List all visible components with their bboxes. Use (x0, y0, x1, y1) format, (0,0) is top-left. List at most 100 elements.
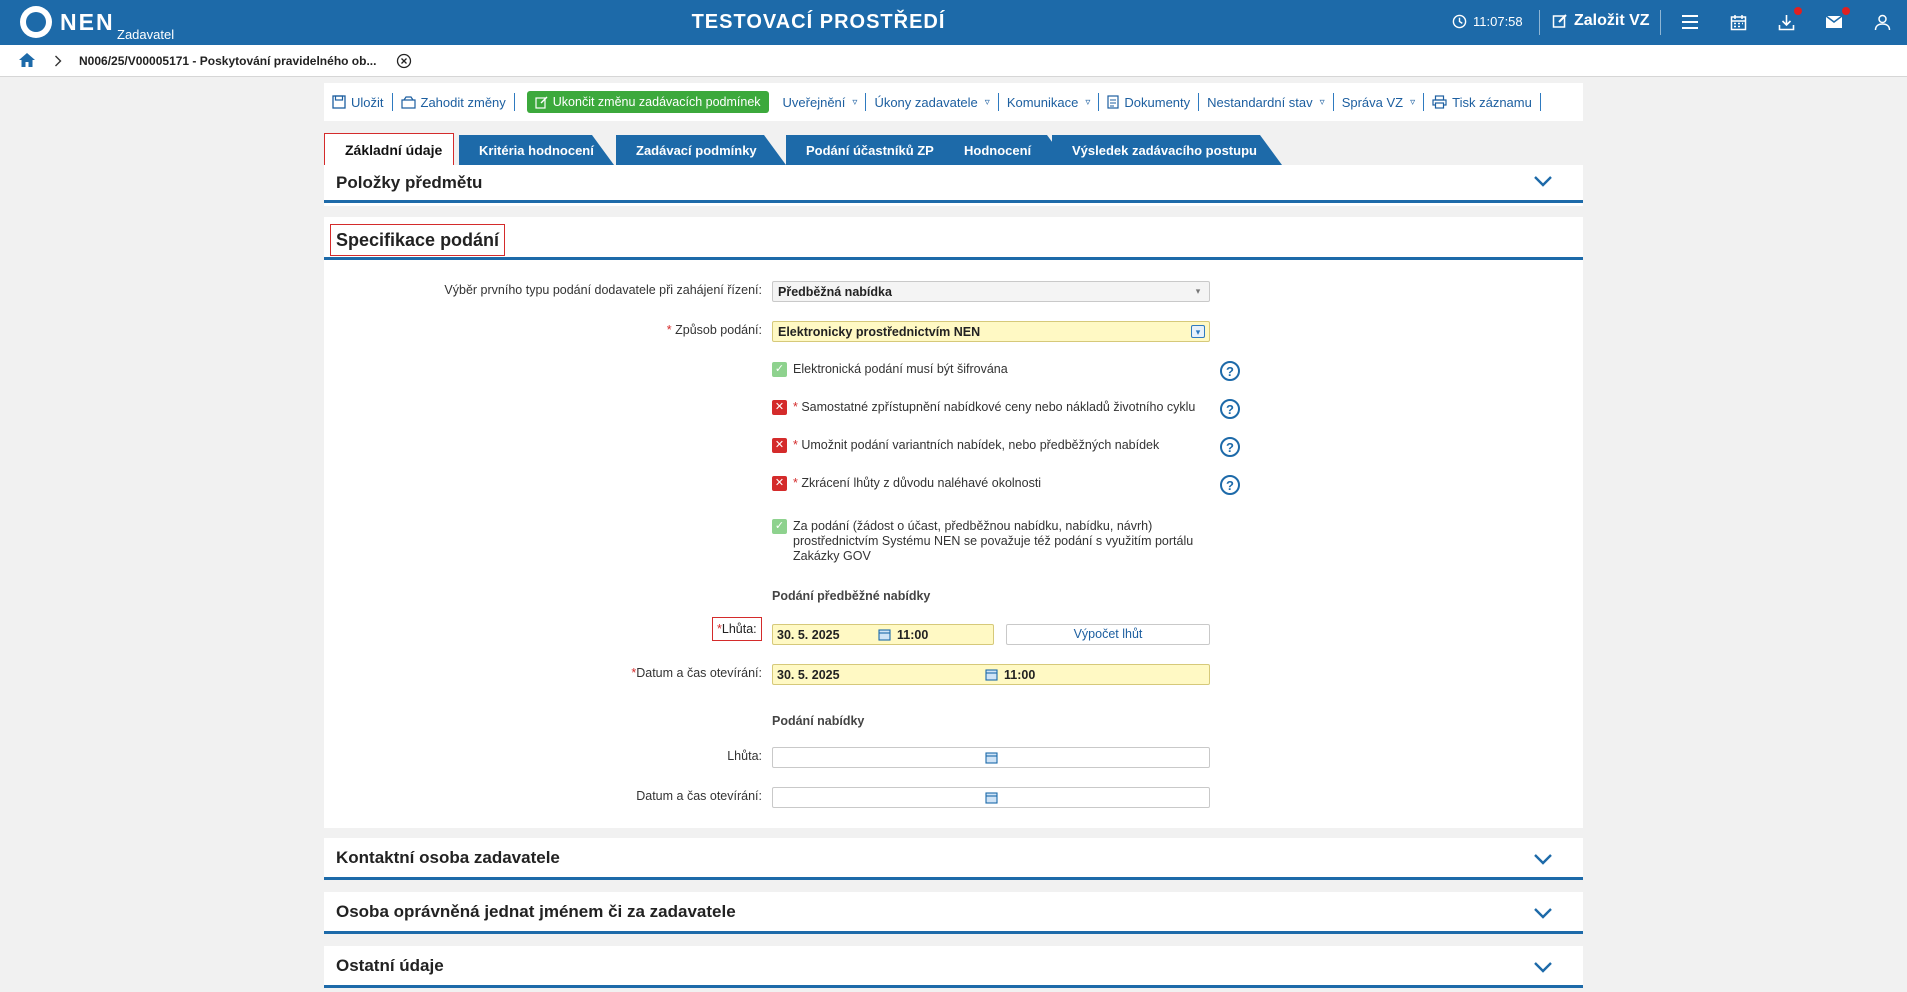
checkbox-label: Elektronická podání musí být šifrována (793, 362, 1008, 376)
menu-icon[interactable] (1678, 10, 1702, 34)
tab-tender-conditions[interactable]: Zadávací podmínky (616, 135, 786, 165)
method-select[interactable]: Elektronicky prostřednictvím NEN ▾ (772, 321, 1210, 342)
chevron-down-icon[interactable] (1533, 960, 1553, 974)
main-tabs: Kritéria hodnocení Zadávací podmínky Pod… (324, 133, 1324, 167)
mail-icon[interactable] (1822, 7, 1850, 34)
divider (1198, 93, 1200, 111)
cross-icon[interactable]: ✕ (772, 476, 787, 491)
help-icon[interactable]: ? (1220, 475, 1240, 495)
deadline-date: 30. 5. 2025 (777, 628, 840, 642)
communication-menu[interactable]: Komunikace ▿ (1007, 95, 1091, 110)
nonstandard-state-menu[interactable]: Nestandardní stav ▿ (1207, 95, 1325, 110)
method-value: Elektronicky prostřednictvím NEN (778, 325, 981, 339)
method-label: * Způsob podání: (666, 323, 762, 337)
panel-contact-header[interactable]: Kontaktní osoba zadavatele (324, 838, 1583, 880)
help-icon[interactable]: ? (1220, 361, 1240, 381)
chevron-down-icon[interactable] (1533, 174, 1553, 188)
discard-icon (400, 95, 416, 109)
document-icon (1107, 95, 1119, 109)
discard-label: Zahodit změny (420, 94, 506, 110)
calculate-deadlines-button[interactable]: Výpočet lhůt (1006, 624, 1210, 645)
finish-change-button[interactable]: Ukončit změnu zadávacích podmínek (526, 91, 769, 113)
checkbox-separate-price[interactable]: ✕ * Samostatné zpřístupnění nabídkové ce… (772, 400, 1212, 415)
chevron-down-icon[interactable]: ▾ (1191, 325, 1205, 338)
save-button[interactable]: Uložit (332, 95, 384, 110)
panel-submission-spec: Specifikace podání Výběr prvního typu po… (324, 217, 1583, 828)
offer-open-field[interactable] (772, 787, 1210, 808)
panel-contact-title: Kontaktní osoba zadavatele (336, 847, 560, 867)
checkbox-urgent-shortening[interactable]: ✕ * Zkrácení lhůty z důvodu naléhavé oko… (772, 476, 1212, 491)
first-type-value: Předběžná nabídka (778, 285, 892, 299)
check-icon[interactable]: ✓ (772, 362, 787, 377)
finish-icon (535, 96, 548, 109)
tab-evaluation-criteria[interactable]: Kritéria hodnocení (459, 135, 614, 165)
divider (1539, 10, 1540, 35)
panel-items: Položky předmětu (324, 165, 1583, 206)
check-icon[interactable]: ✓ (772, 519, 787, 534)
panel-items-header[interactable]: Položky předmětu (324, 165, 1583, 203)
calendar-icon[interactable] (1726, 10, 1750, 34)
action-toolbar: Uložit Zahodit změny Ukončit změnu zadáv… (324, 83, 1583, 121)
chevron-down-icon: ▾ (1195, 286, 1201, 296)
divider (513, 93, 515, 111)
clock-icon (1452, 14, 1467, 29)
actions-menu[interactable]: Úkony zadavatele ▿ (874, 95, 989, 110)
offer-deadline-field[interactable] (772, 747, 1210, 768)
save-label: Uložit (351, 94, 384, 110)
first-type-select[interactable]: Předběžná nabídka ▾ (772, 281, 1210, 302)
calendar-icon[interactable] (985, 668, 998, 681)
breadcrumb: N006/25/V00005171 - Poskytování pravidel… (0, 45, 1907, 77)
checkbox-variant-offers[interactable]: ✕ * Umožnit podání variantních nabídek, … (772, 438, 1212, 453)
checkbox-label: * Umožnit podání variantních nabídek, ne… (793, 438, 1160, 452)
close-tab-icon[interactable] (396, 53, 412, 74)
admin-vz-menu[interactable]: Správa VZ ▿ (1342, 95, 1415, 110)
caret-down-icon: ▿ (1085, 96, 1091, 108)
divider (1332, 93, 1334, 111)
home-icon[interactable] (18, 52, 36, 73)
create-vz-label: Založit VZ (1574, 12, 1650, 29)
panel-other-header[interactable]: Ostatní údaje (324, 946, 1583, 988)
calendar-icon[interactable] (878, 628, 891, 641)
create-vz-button[interactable]: Založit VZ (1552, 12, 1650, 30)
panel-authorized-person: Osoba oprávněná jednat jménem či za zada… (324, 892, 1583, 934)
tab-basic-data[interactable]: Základní údaje (324, 133, 454, 167)
cross-icon[interactable]: ✕ (772, 400, 787, 415)
chevron-down-icon[interactable] (1533, 906, 1553, 920)
offer-deadline-label: Lhůta: (727, 749, 762, 763)
checkbox-encrypted[interactable]: ✓ Elektronická podání musí být šifrována (772, 362, 1212, 377)
panel-spec-header: Specifikace podání (324, 217, 1583, 260)
calendar-icon[interactable] (985, 791, 998, 804)
discard-changes-button[interactable]: Zahodit změny (400, 94, 506, 110)
checkbox-label: * Samostatné zpřístupnění nabídkové ceny… (793, 400, 1196, 414)
download-icon[interactable] (1774, 7, 1802, 34)
divider (1098, 93, 1100, 111)
documents-button[interactable]: Dokumenty (1107, 95, 1190, 110)
panel-items-title: Položky předmětu (336, 172, 483, 192)
deadline-field[interactable]: 30. 5. 2025 11:00 (772, 624, 994, 645)
first-type-label: Výběr prvního typu podání dodavatele při… (444, 283, 762, 297)
publish-menu[interactable]: Uveřejnění ▿ (783, 95, 858, 110)
documents-label: Dokumenty (1124, 94, 1191, 110)
finish-label: Ukončit změnu zadávacích podmínek (552, 95, 761, 109)
user-icon[interactable] (1870, 10, 1894, 34)
cross-icon[interactable]: ✕ (772, 438, 787, 453)
checkbox-zakazky-gov[interactable]: ✓ Za podání (žádost o účast, předběžnou … (772, 519, 1212, 564)
panel-authorized-header[interactable]: Osoba oprávněná jednat jménem či za zada… (324, 892, 1583, 934)
open-datetime-field[interactable]: 30. 5. 2025 11:00 (772, 664, 1210, 685)
help-icon[interactable]: ? (1220, 399, 1240, 419)
deadline-time: 11:00 (897, 628, 929, 642)
print-record-button[interactable]: Tisk záznamu (1432, 95, 1532, 110)
breadcrumb-item[interactable]: N006/25/V00005171 - Poskytování pravidel… (79, 54, 376, 68)
tab-procedure-result[interactable]: Výsledek zadávacího postupu (1052, 135, 1282, 165)
notification-dot (1842, 7, 1850, 15)
divider (865, 93, 867, 111)
calendar-icon[interactable] (985, 751, 998, 764)
caret-down-icon: ▿ (1319, 96, 1325, 108)
help-icon[interactable]: ? (1220, 437, 1240, 457)
offer-heading: Podání nabídky (772, 714, 865, 728)
clock-time: 11:07:58 (1473, 14, 1523, 29)
edit-icon (1552, 14, 1567, 28)
print-label: Tisk záznamu (1452, 94, 1532, 110)
tab-evaluation[interactable]: Hodnocení (944, 135, 1069, 165)
chevron-down-icon[interactable] (1533, 852, 1553, 866)
